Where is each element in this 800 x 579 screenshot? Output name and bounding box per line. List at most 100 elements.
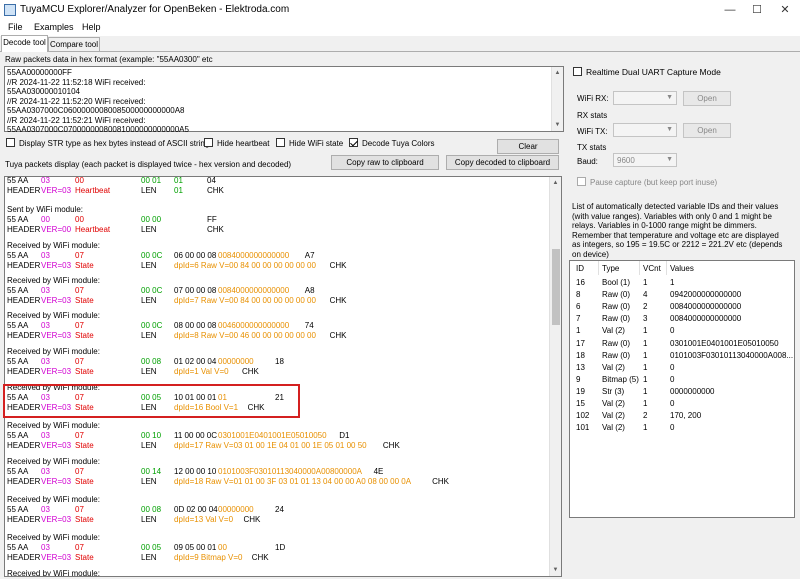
scroll-up-icon[interactable]: ▲ (552, 67, 563, 79)
table-cell: 0101003F03010113040000A008... (670, 350, 794, 360)
raw-input-label: Raw packets data in hex format (example:… (5, 55, 213, 64)
table-row[interactable]: 8 Raw (0) 4 0942000000000000 (570, 290, 794, 302)
maximize-button[interactable]: ☐ (744, 0, 770, 20)
table-row[interactable]: 102 Val (2) 2 170, 200 (570, 411, 794, 423)
hex-dpid: 11 00 00 0C (174, 431, 217, 440)
raw-line: 55AA0307000C0600000008008500000000000A8 (7, 106, 185, 115)
scroll-down-icon[interactable]: ▼ (550, 564, 561, 576)
hex-checksum: 4E (373, 467, 384, 476)
baud-select[interactable]: 9600 ▼ (613, 153, 677, 167)
minimize-button[interactable]: — (717, 0, 743, 20)
packet-title: Sent by WiFi module: (7, 205, 84, 214)
table-row[interactable]: 13 Val (2) 1 0 (570, 363, 794, 375)
table-row[interactable]: 7 Raw (0) 3 0084000000000000 (570, 314, 794, 326)
menu-file[interactable]: File (8, 22, 23, 32)
table-cell: 0 (670, 423, 675, 433)
table-row[interactable]: 6 Raw (0) 2 0084000000000000 (570, 302, 794, 314)
open-rx-button[interactable]: Open (683, 91, 731, 106)
menu-help[interactable]: Help (82, 22, 101, 32)
copy-decoded-button[interactable]: Copy decoded to clipboard (446, 155, 559, 170)
decoded-header: HEADER (7, 331, 41, 340)
packets-label: Tuya packets display (each packet is dis… (5, 160, 292, 169)
decoded-header: HEADER (7, 186, 41, 195)
packet-title: Received by WiFi module: (7, 569, 100, 577)
raw-input-textarea[interactable]: 55AA00000000FF//R 2024-11-22 11:52:18 Wi… (4, 66, 564, 134)
variables-table[interactable]: ID Type VCnt Values 16 Bool (1) 1 1 8 Raw (0) 4 09… (569, 260, 795, 518)
decoded-value: dpId=9 Bitmap V=0 (174, 553, 243, 562)
tab-decode-tool[interactable]: Decode tool (1, 35, 48, 52)
packet-decoded-row: HEADER VER=03 State LEN dpId=1 Val V=0 CHK (7, 367, 547, 377)
open-tx-button[interactable]: Open (683, 123, 731, 138)
table-row[interactable]: 1 Val (2) 1 0 (570, 326, 794, 338)
scrollbar-thumb[interactable] (552, 249, 560, 325)
scroll-up-icon[interactable]: ▲ (550, 177, 561, 189)
decoded-version: VER=03 (41, 186, 72, 195)
checkbox-icon (276, 138, 285, 147)
table-row[interactable]: 15 Val (2) 1 0 (570, 399, 794, 411)
packet-decoded-row: HEADER VER=03 State LEN dpId=13 Val V=0 CHK (7, 515, 547, 525)
table-cell: 1 (670, 278, 675, 287)
table-row[interactable]: 9 Bitmap (5) 1 0 (570, 375, 794, 387)
copy-raw-button[interactable]: Copy raw to clipboard (331, 155, 439, 170)
menu-bar: File Examples Help (0, 20, 800, 36)
table-row[interactable]: 18 Raw (0) 1 0101003F03010113040000A008... (570, 351, 794, 363)
hex-value: 00000000 (218, 505, 254, 514)
decoded-value: dpId=8 Raw V=00 46 00 00 00 00 00 00 (174, 331, 316, 340)
hex-value: 0301001E0401001E05010050 (218, 431, 327, 440)
column-separator (598, 261, 599, 275)
column-header[interactable]: Type (602, 264, 619, 273)
table-cell: 0 (670, 326, 675, 336)
realtime-checkbox[interactable]: Realtime Dual UART Capture Mode (573, 67, 721, 77)
table-row[interactable]: 19 Str (3) 1 0000000000 (570, 387, 794, 399)
hex-header: 55 AA (7, 357, 29, 366)
hex-version: 03 (41, 467, 50, 476)
table-cell: 1 (643, 350, 648, 360)
raw-input-scrollbar[interactable]: ▲ ▼ (551, 67, 563, 131)
hide-wifi-checkbox[interactable]: Hide WiFi state (276, 138, 343, 148)
packet-hex-row: 55 AA 03 07 00 08 01 02 00 04 00000000 18 (7, 357, 547, 367)
raw-line: 55AA030000010104 (7, 87, 80, 96)
column-separator (639, 261, 640, 275)
decoded-version: VER=03 (41, 477, 72, 486)
packets-display[interactable]: 55 AA 03 00 00 01 01 04 HEADER VER=03 Heartbeat L… (4, 176, 562, 577)
packet-title: Received by WiFi module: (7, 457, 100, 466)
decoded-command: State (75, 331, 94, 340)
clear-button[interactable]: Clear (497, 139, 559, 154)
hide-heartbeat-checkbox[interactable]: Hide heartbeat (204, 138, 269, 148)
hex-header: 55 AA (7, 176, 29, 185)
column-header[interactable]: VCnt (643, 264, 661, 273)
packets-scrollbar[interactable]: ▲ ▼ (549, 177, 561, 576)
packet-hex-row: 55 AA 03 07 00 05 09 05 00 01 00 1D (7, 543, 547, 553)
menu-examples[interactable]: Examples (34, 22, 74, 32)
table-row[interactable]: 16 Bool (1) 1 1 (570, 278, 794, 290)
packet-hex-row: 55 AA 03 07 00 0C 08 00 00 08 004600000000000… (7, 321, 547, 331)
table-cell: 13 (576, 362, 585, 372)
info-line: Remember that temperature and voltage et… (572, 230, 779, 240)
packet-title: Received by WiFi module: (7, 276, 100, 285)
packet-hex-row: 55 AA 03 07 00 0C 07 00 00 08 008400000000000… (7, 286, 547, 296)
pause-capture-checkbox[interactable]: Pause capture (but keep port inuse) (577, 177, 717, 187)
table-cell: Bool (1) (602, 278, 631, 287)
column-header[interactable]: ID (576, 264, 584, 273)
hex-value: 0084000000000000 (218, 251, 290, 260)
wifi-tx-select[interactable]: ▼ (613, 123, 677, 137)
scroll-down-icon[interactable]: ▼ (552, 119, 563, 131)
tab-compare-tool[interactable]: Compare tool (48, 37, 100, 52)
display-str-checkbox[interactable]: Display STR type as hex bytes instead of… (6, 138, 209, 148)
chevron-down-icon: ▼ (666, 156, 673, 163)
info-line: on device) (572, 249, 609, 259)
decoded-command: State (75, 515, 94, 524)
info-line: relays. Variables in 0-1000 range might … (572, 221, 757, 230)
decoded-length: LEN (141, 477, 157, 486)
table-cell: 101 (576, 423, 590, 433)
hex-value: 0101003F03010113040000A00800000A (218, 467, 362, 476)
table-cell: 0 (670, 374, 675, 384)
table-row[interactable]: 101 Val (2) 1 0 (570, 423, 794, 435)
close-button[interactable]: ✕ (772, 0, 798, 20)
decode-colors-checkbox[interactable]: Decode Tuya Colors (349, 138, 434, 148)
column-header[interactable]: Values (670, 264, 694, 273)
table-row[interactable]: 17 Raw (0) 1 0301001E0401001E05010050 (570, 339, 794, 351)
packet-hex-row: 55 AA 03 07 00 08 0D 02 00 04 00000000 24 (7, 505, 547, 515)
wifi-rx-select[interactable]: ▼ (613, 91, 677, 105)
hex-length: 00 10 (141, 431, 162, 440)
